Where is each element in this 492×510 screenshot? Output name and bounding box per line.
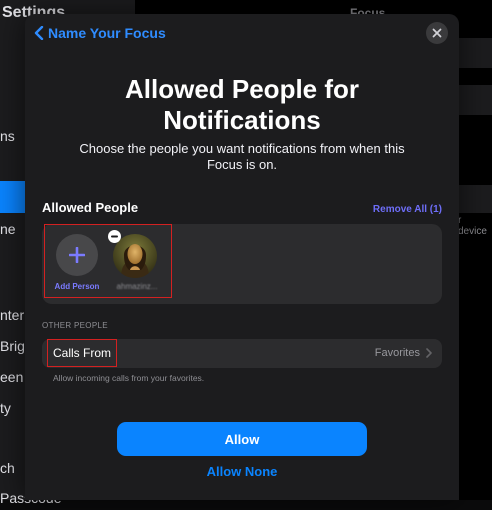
close-button[interactable]: [426, 22, 448, 44]
add-person-label: Add Person: [54, 282, 100, 291]
allowed-people-heading: Allowed People: [42, 200, 139, 215]
avatar[interactable]: [113, 234, 157, 278]
page-title: Allowed People for Notifications: [124, 74, 360, 135]
allow-none-button[interactable]: Allow None: [25, 464, 459, 479]
allowed-people-card: Add Person ahmazinz...: [42, 224, 442, 304]
main-footnote: r device: [458, 215, 487, 237]
focus-people-sheet: Name Your Focus Allowed People for Notif…: [25, 14, 459, 500]
calls-from-value: Favorites: [374, 347, 420, 359]
page-subtitle: Choose the people you want notifications…: [79, 141, 405, 172]
remove-person-button[interactable]: [108, 230, 121, 243]
person-name: ahmazinz...: [116, 282, 158, 291]
back-button[interactable]: Name Your Focus: [34, 25, 166, 41]
calls-from-footer: Allow incoming calls from your favorites…: [53, 373, 205, 383]
minus-icon: [111, 235, 118, 238]
add-person-button[interactable]: [56, 234, 98, 276]
calls-from-row[interactable]: Calls From Favorites: [42, 339, 442, 368]
remove-all-button[interactable]: Remove All (1): [373, 204, 442, 215]
chevron-right-icon: [426, 348, 432, 358]
chevron-left-icon: [34, 26, 44, 40]
close-icon: [432, 28, 442, 38]
back-label: Name Your Focus: [48, 25, 166, 41]
plus-icon: [69, 247, 85, 263]
allow-button[interactable]: Allow: [117, 422, 367, 456]
other-people-heading: OTHER PEOPLE: [42, 321, 108, 330]
portrait-image: [113, 234, 157, 278]
calls-from-label: Calls From: [53, 346, 112, 360]
